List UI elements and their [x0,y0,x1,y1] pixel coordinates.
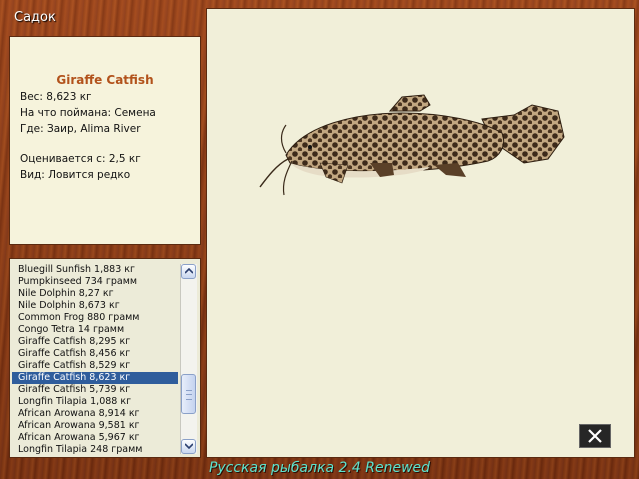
fish-value: Оценивается с: 2,5 кг [20,153,141,165]
list-item[interactable]: African Arowana 9,581 кг [12,420,178,432]
footer-title: Русская рыбалка 2.4 Renewed [208,460,431,476]
arrow-down-icon [185,443,193,449]
list-item[interactable]: Giraffe Catfish 8,623 кг [12,372,178,384]
fish-weight: Вес: 8,623 кг [20,91,92,103]
scroll-up-button[interactable] [181,264,196,279]
grip-icon [186,390,192,400]
list-item[interactable]: Common Frog 880 грамм [12,312,178,324]
list-item[interactable]: Giraffe Catfish 8,456 кг [12,348,178,360]
list-item[interactable]: Pumpkinseed 734 грамм [12,276,178,288]
close-icon [588,429,602,443]
list-item[interactable]: Longfin Tilapia 1,088 кг [12,396,178,408]
fish-rarity: Вид: Ловится редко [20,169,131,181]
scroll-thumb[interactable] [181,374,196,414]
fish-image-panel [206,8,635,458]
catch-list: Bluegill Sunfish 1,883 кг Pumpkinseed 734… [12,264,178,456]
window-title: Садок [14,10,56,25]
list-item[interactable]: Congo Tetra 14 грамм [12,324,178,336]
list-item[interactable]: Nile Dolphin 8,673 кг [12,300,178,312]
list-item[interactable]: Longfin Tilapia 248 грамм [12,444,178,456]
fish-bait: На что поймана: Семена [20,107,156,119]
list-item[interactable]: Nile Dolphin 8,27 кг [12,288,178,300]
fish-name: Giraffe Catfish [56,73,154,87]
list-item[interactable]: Giraffe Catfish 8,529 кг [12,360,178,372]
list-scrollbar[interactable] [180,264,197,454]
list-item[interactable]: Giraffe Catfish 5,739 кг [12,384,178,396]
fish-location: Где: Заир, Alima River [20,123,141,135]
list-item[interactable]: African Arowana 5,967 кг [12,432,178,444]
list-item[interactable]: African Arowana 8,914 кг [12,408,178,420]
arrow-up-icon [185,268,193,274]
fish-info-panel: Giraffe Catfish Вес: 8,623 кг На что пой… [9,36,201,245]
close-button[interactable] [579,424,611,448]
scroll-down-button[interactable] [181,439,196,454]
catch-list-panel: Bluegill Sunfish 1,883 кг Pumpkinseed 734… [9,258,201,458]
catfish-image [259,94,565,196]
list-item[interactable]: Bluegill Sunfish 1,883 кг [12,264,178,276]
list-item[interactable]: Giraffe Catfish 8,295 кг [12,336,178,348]
